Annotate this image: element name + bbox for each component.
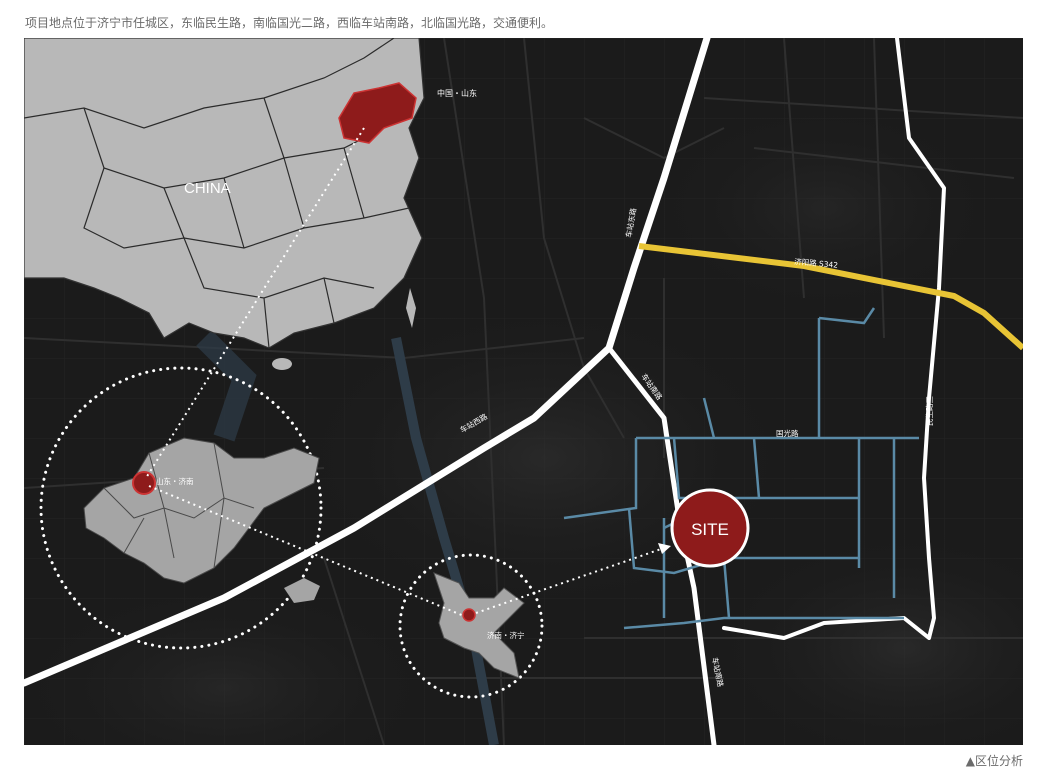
map-canvas: CHINA 中国・山东 车站东路 济阳路 S342 车站南路 车站西路 国光路 …: [24, 38, 1023, 745]
country-label: CHINA: [184, 180, 231, 197]
city-label: 山东・济南: [156, 476, 194, 486]
province-label: 中国・山东: [437, 88, 477, 98]
description-text: 项目地点位于济宁市任城区，东临民生路，南临国光二路，西临车站南路，北临国光路，交…: [25, 16, 554, 30]
figure-caption: ▲区位分析: [965, 754, 1023, 768]
road-label-east: 民生路三: [924, 396, 934, 426]
road-label-guoguang: 国光路: [776, 428, 799, 438]
jining-marker: [462, 608, 476, 622]
location-map: CHINA 中国・山东 车站东路 济阳路 S342 车站南路 车站西路 国光路 …: [24, 38, 1023, 745]
site-label: SITE: [691, 520, 729, 539]
site-marker: SITE: [670, 488, 750, 568]
jinan-marker: [132, 471, 156, 495]
district-label: 济南・济宁: [487, 630, 525, 640]
